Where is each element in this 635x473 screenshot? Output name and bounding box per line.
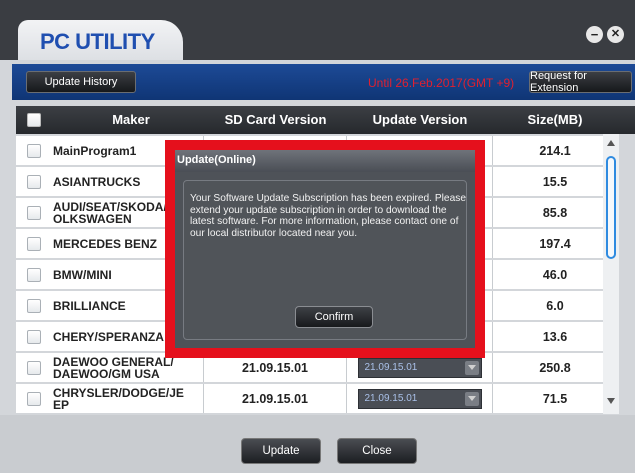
- toolbar: Update History Until 26.Feb.2017(GMT +9)…: [12, 64, 635, 100]
- app-title: PC UTILITY: [40, 29, 155, 54]
- scroll-up-icon[interactable]: [607, 140, 615, 146]
- close-button[interactable]: Close: [337, 438, 417, 464]
- table-scrollbar[interactable]: [603, 134, 619, 414]
- update-button[interactable]: Update: [241, 438, 321, 464]
- maker-name: MERCEDES BENZ: [53, 236, 158, 251]
- row-checkbox[interactable]: [27, 267, 41, 282]
- size-mb: 6.0: [546, 298, 564, 313]
- size-mb: 71.5: [542, 391, 568, 406]
- chevron-down-icon[interactable]: [464, 360, 479, 375]
- row-checkbox[interactable]: [27, 298, 41, 313]
- size-mb: 197.4: [539, 236, 571, 251]
- update-version-value: 21.09.15.01: [364, 393, 418, 404]
- maker-name: DAEWOO GENERAL/ DAEWOO/GM USA: [53, 354, 174, 381]
- app-tab: PC UTILITY: [18, 20, 183, 60]
- update-version-value: 21.09.15.01: [364, 362, 418, 373]
- column-header-maker: Maker: [112, 112, 150, 127]
- maker-name: AUDI/SEAT/SKODA/V OLKSWAGEN: [53, 199, 175, 226]
- size-mb: 15.5: [542, 174, 568, 189]
- size-mb: 46.0: [542, 267, 568, 282]
- title-bar: PC UTILITY − ✕: [0, 0, 635, 60]
- row-checkbox[interactable]: [27, 205, 41, 220]
- table-header: Maker SD Card Version Update Version Siz…: [16, 106, 635, 134]
- row-checkbox[interactable]: [27, 391, 41, 406]
- maker-name: CHRYSLER/DODGE/JE EP: [53, 385, 184, 412]
- subscription-expiry-text: Until 26.Feb.2017(GMT +9): [368, 76, 515, 90]
- row-checkbox[interactable]: [27, 143, 41, 158]
- maker-name: CHERY/SPERANZA: [53, 329, 164, 344]
- size-mb: 13.6: [542, 329, 568, 344]
- dialog-message: Your Software Update Subscription has be…: [190, 193, 466, 239]
- size-mb: 85.8: [542, 205, 568, 220]
- row-checkbox[interactable]: [27, 329, 41, 344]
- chevron-down-icon[interactable]: [464, 391, 479, 406]
- close-icon[interactable]: ✕: [607, 26, 624, 43]
- size-mb: 250.8: [539, 360, 571, 375]
- sd-card-version: 21.09.15.01: [204, 384, 347, 413]
- dialog-title: Update(Online): [175, 150, 475, 172]
- row-checkbox[interactable]: [27, 174, 41, 189]
- confirm-button[interactable]: Confirm: [295, 306, 373, 328]
- maker-name: BMW/MINI: [53, 267, 112, 282]
- maker-name: MainProgram1: [53, 143, 137, 158]
- column-header-sd-version: SD Card Version: [224, 112, 327, 127]
- maker-name: ASIANTRUCKS: [53, 174, 141, 189]
- row-checkbox[interactable]: [27, 360, 41, 375]
- footer-bar: Update Close: [0, 415, 635, 473]
- row-checkbox[interactable]: [27, 236, 41, 251]
- request-extension-button[interactable]: Request for Extension: [529, 70, 632, 94]
- maker-name: BRILLIANCE: [53, 298, 126, 313]
- minimize-icon[interactable]: −: [586, 26, 603, 43]
- dialog-body: Your Software Update Subscription has be…: [183, 180, 467, 340]
- update-online-dialog: Update(Online) Your Software Update Subs…: [165, 140, 485, 358]
- update-version-select[interactable]: 21.09.15.01: [357, 388, 482, 409]
- size-mb: 214.1: [539, 143, 571, 158]
- scroll-thumb[interactable]: [606, 156, 616, 259]
- column-header-size: Size(MB): [527, 112, 583, 127]
- column-header-update-version: Update Version: [372, 112, 468, 127]
- update-history-button[interactable]: Update History: [26, 71, 136, 93]
- table-row[interactable]: CHRYSLER/DODGE/JE EP 21.09.15.01 21.09.15.…: [16, 384, 617, 413]
- update-version-select[interactable]: 21.09.15.01: [357, 357, 482, 378]
- scroll-down-icon[interactable]: [607, 398, 615, 404]
- pc-utility-window: PC UTILITY − ✕ Update History Until 26.F…: [0, 0, 635, 473]
- select-all-checkbox[interactable]: [27, 113, 41, 127]
